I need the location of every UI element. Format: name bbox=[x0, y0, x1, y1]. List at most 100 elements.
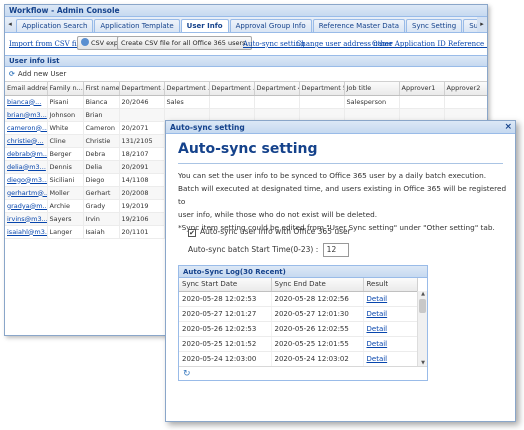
dialog-heading: Auto-sync setting bbox=[178, 141, 318, 157]
log-cell: 2020-05-28 12:02:56 bbox=[271, 291, 364, 307]
email-link[interactable]: irvins@m3... bbox=[5, 212, 48, 226]
tab-application-template[interactable]: Application Template bbox=[94, 19, 180, 32]
batch-time-row: Auto-sync batch Start Time(0-23) : 12 bbox=[188, 243, 349, 257]
email-link[interactable]: gradyа@m... bbox=[5, 199, 48, 213]
email-link[interactable]: christie@... bbox=[5, 134, 48, 148]
scroll-down-icon[interactable]: ▼ bbox=[418, 360, 427, 366]
import-csv-link[interactable]: Import from CSV file bbox=[9, 40, 83, 48]
description-line: Batch will executed at designated time, … bbox=[178, 184, 507, 206]
auto-sync-checkbox-row[interactable]: ✔ Auto-sync user info with Office 365 use… bbox=[188, 227, 351, 237]
sync-log-panel: Auto-Sync Log(30 Recent) Sync Start Date… bbox=[178, 265, 428, 381]
tab-scroll-right-icon[interactable]: ▸ bbox=[477, 17, 487, 32]
column-header[interactable]: Department 5 bbox=[299, 82, 345, 96]
log-footer: ↻ bbox=[179, 366, 427, 380]
detail-link[interactable]: Detail bbox=[363, 306, 418, 322]
scroll-up-icon[interactable]: ▲ bbox=[418, 291, 427, 297]
table-cell: 20/2091 bbox=[119, 160, 165, 174]
refresh-icon[interactable]: ↻ bbox=[183, 369, 191, 379]
column-header[interactable]: Family n... bbox=[47, 82, 84, 96]
add-user-button[interactable]: ⟳ Add new User bbox=[9, 70, 66, 78]
tab-approval-group-info[interactable]: Approval Group Info bbox=[229, 19, 312, 32]
tab-application-search[interactable]: Application Search bbox=[16, 19, 94, 32]
table-cell: 19/2019 bbox=[119, 199, 165, 213]
log-cell: 2020-05-25 12:01:55 bbox=[271, 336, 364, 352]
table-cell bbox=[399, 95, 445, 109]
email-link[interactable]: brian@m3... bbox=[5, 108, 48, 122]
column-header[interactable]: Email address bbox=[5, 82, 48, 96]
user-table-header: Email addressFamily n...First nameDepart… bbox=[5, 82, 487, 96]
table-cell: Cline bbox=[47, 134, 84, 148]
log-cell: 2020-05-26 12:02:53 bbox=[179, 321, 272, 337]
description-line: user info, while those who do not exist … bbox=[178, 210, 378, 219]
log-cell: 2020-05-24 12:03:00 bbox=[179, 351, 272, 366]
column-header[interactable]: Department 4 bbox=[254, 82, 300, 96]
log-column-header: Result bbox=[363, 278, 418, 292]
table-cell: 131/2105 bbox=[119, 134, 165, 148]
table-cell: Delia bbox=[83, 160, 120, 174]
table-cell: Diego bbox=[83, 173, 120, 187]
log-row: 2020-05-26 12:02:53 2020-05-26 12:02:55 De… bbox=[179, 321, 418, 337]
sync-log-title: Auto-Sync Log(30 Recent) bbox=[179, 266, 427, 278]
column-header[interactable]: Department ... bbox=[164, 82, 210, 96]
log-row: 2020-05-24 12:03:00 2020-05-24 12:03:02 De… bbox=[179, 351, 418, 366]
log-column-header: Sync End Date bbox=[271, 278, 364, 292]
tab-sync-setting[interactable]: Sync Setting bbox=[406, 19, 463, 32]
table-cell: Christie bbox=[83, 134, 120, 148]
email-link[interactable]: bianca@... bbox=[5, 95, 48, 109]
log-cell: 2020-05-27 12:01:30 bbox=[271, 306, 364, 322]
table-cell: Johnson bbox=[47, 108, 84, 122]
table-cell bbox=[299, 95, 345, 109]
sync-description: You can set the user info to be synced t… bbox=[178, 169, 508, 234]
email-link[interactable]: delia@m3... bbox=[5, 160, 48, 174]
heading-divider bbox=[178, 163, 503, 164]
detail-link[interactable]: Detail bbox=[363, 291, 418, 307]
tab-list: Application Search Application Template Us… bbox=[16, 19, 487, 32]
other-app-id-link[interactable]: Other Application ID Reference Setting bbox=[372, 40, 487, 48]
batch-time-input[interactable]: 12 bbox=[322, 243, 349, 257]
log-cell: 2020-05-28 12:02:53 bbox=[179, 291, 272, 307]
column-header[interactable]: Department ... bbox=[209, 82, 255, 96]
detail-link[interactable]: Detail bbox=[363, 336, 418, 352]
column-header[interactable]: Approver1 bbox=[399, 82, 445, 96]
user-toolbar: Import from CSV file CSV export Create C… bbox=[5, 33, 487, 53]
email-link[interactable]: gerhartm@... bbox=[5, 186, 48, 200]
email-link[interactable]: cameron@... bbox=[5, 121, 48, 135]
detail-link[interactable]: Detail bbox=[363, 321, 418, 337]
table-cell: Berger bbox=[47, 147, 84, 161]
sync-log-body: 2020-05-28 12:02:53 2020-05-28 12:02:56 De… bbox=[179, 291, 418, 366]
table-cell: Pisani bbox=[47, 95, 84, 109]
column-header[interactable]: First name bbox=[83, 82, 120, 96]
email-link[interactable]: debrab@m... bbox=[5, 147, 48, 161]
email-link[interactable]: diego@m3... bbox=[5, 173, 48, 187]
auto-sync-checkbox[interactable]: ✔ bbox=[188, 229, 196, 237]
close-icon[interactable]: × bbox=[504, 121, 512, 134]
sync-log-table-wrap: Sync Start Date Sync End Date Result 2020-… bbox=[179, 278, 427, 366]
column-header[interactable]: Department ... bbox=[119, 82, 165, 96]
sync-log-table: Sync Start Date Sync End Date Result 2020-… bbox=[179, 278, 418, 366]
table-cell bbox=[254, 95, 300, 109]
log-scrollbar[interactable]: ▲ ▼ bbox=[417, 291, 427, 366]
add-user-label: Add new User bbox=[17, 70, 67, 78]
create-csv-button[interactable]: Create CSV file for all Office 365 users… bbox=[117, 36, 252, 50]
tab-reference-master-data[interactable]: Reference Master Data bbox=[312, 19, 406, 32]
email-link[interactable]: isaiahl@m3... bbox=[5, 225, 48, 239]
table-cell: 19/2106 bbox=[119, 212, 165, 226]
table-cell bbox=[119, 108, 165, 122]
column-header[interactable]: Job title bbox=[344, 82, 400, 96]
log-row: 2020-05-25 12:01:52 2020-05-25 12:01:55 De… bbox=[179, 336, 418, 352]
table-cell bbox=[444, 95, 487, 109]
tab-user-info[interactable]: User Info bbox=[180, 19, 229, 32]
tab-scroll-left-icon[interactable]: ◂ bbox=[5, 17, 15, 32]
column-header[interactable]: Approver2 bbox=[444, 82, 487, 96]
table-cell: Bianca bbox=[83, 95, 120, 109]
detail-link[interactable]: Detail bbox=[363, 351, 418, 366]
scroll-thumb[interactable] bbox=[419, 299, 426, 313]
export-icon bbox=[81, 38, 89, 46]
table-cell: Irvin bbox=[83, 212, 120, 226]
table-row[interactable]: bianca@... Pisani Bianca 20/2046 Sales Salesp… bbox=[5, 95, 487, 109]
auto-sync-checkbox-label: Auto-sync user info with Office 365 user bbox=[200, 227, 351, 236]
log-column-header: Sync Start Date bbox=[179, 278, 272, 292]
table-cell: Debra bbox=[83, 147, 120, 161]
table-cell: White bbox=[47, 121, 84, 135]
table-cell: Isaiah bbox=[83, 225, 120, 239]
